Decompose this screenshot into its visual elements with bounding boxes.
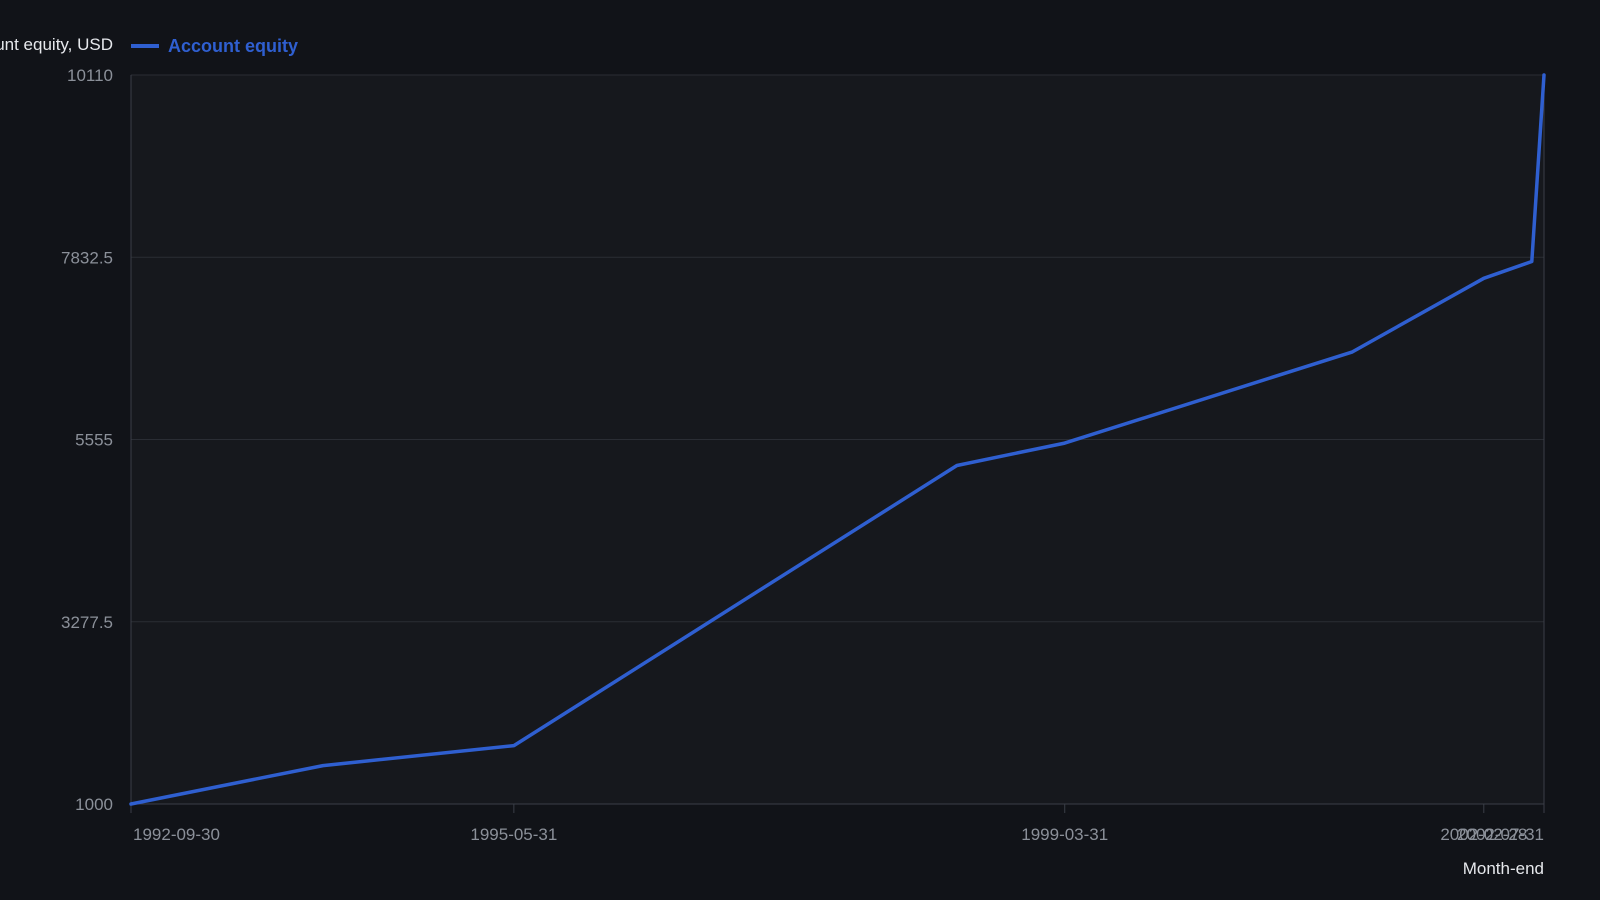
y-tick-label: 10110	[67, 66, 113, 85]
equity-chart: 1000 3277.5 5555 7832.5 10110 1992-09-30 1995…	[0, 35, 1547, 878]
x-tick-label: 1999-03-31	[1021, 825, 1108, 844]
y-tick-label: 3277.5	[61, 613, 113, 632]
data-point[interactable]	[1349, 349, 1355, 355]
data-point[interactable]	[1529, 258, 1535, 264]
data-point[interactable]	[320, 763, 326, 769]
x-axis-ticks: 1992-09-30 1995-05-31 1999-03-31 2002-02-28…	[130, 804, 1545, 844]
legend-label-account-equity: Account equity	[168, 36, 298, 56]
y-tick-label: 5555	[75, 431, 113, 450]
x-tick-label: 2002-07-31	[1457, 825, 1544, 844]
legend[interactable]: Account equity	[131, 36, 298, 56]
x-tick-label: 1992-09-30	[133, 825, 220, 844]
data-point[interactable]	[511, 743, 517, 749]
data-point[interactable]	[954, 463, 960, 469]
y-axis-ticks: 1000 3277.5 5555 7832.5 10110	[61, 66, 113, 814]
data-point[interactable]	[1062, 440, 1068, 446]
data-point[interactable]	[1481, 275, 1487, 281]
y-tick-label: 7832.5	[61, 248, 113, 267]
y-tick-label: 1000	[75, 795, 113, 814]
y-axis-title: Account equity, USD	[0, 35, 113, 54]
data-point[interactable]	[1541, 72, 1547, 78]
x-tick-label: 1995-05-31	[470, 825, 557, 844]
x-axis-title: Month-end	[1463, 859, 1544, 878]
data-point[interactable]	[128, 801, 134, 807]
